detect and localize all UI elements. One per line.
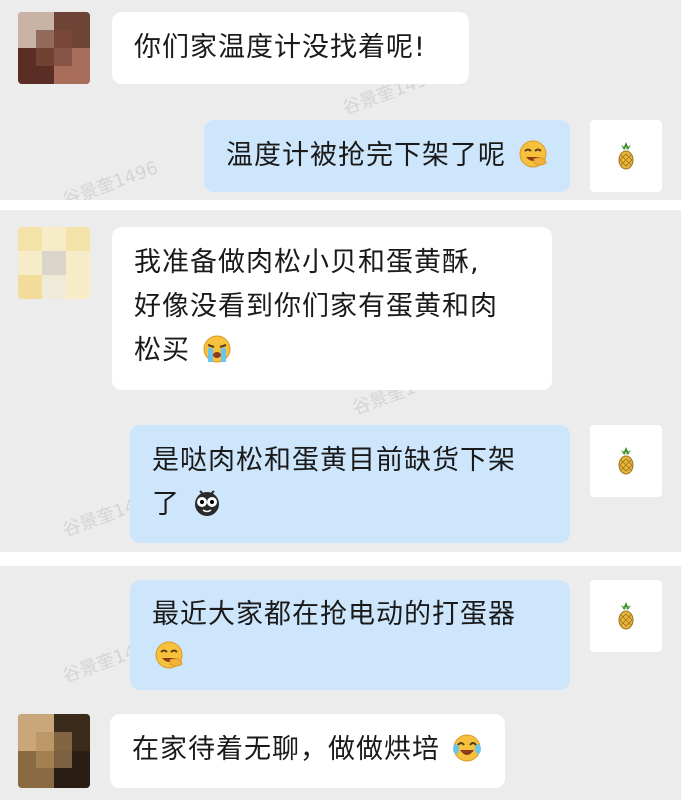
message-text-line: 了 (152, 489, 180, 520)
blurred-avatar-image (18, 714, 90, 788)
message-text-line: 最近大家都在抢电动的打蛋器 (152, 599, 516, 630)
message-text-line: 是哒肉松和蛋黄目前缺货下架 (152, 445, 516, 476)
message-text: 在家待着无聊，做做烘培 (132, 734, 440, 765)
message-bubble-incoming[interactable]: 我准备做肉松小贝和蛋黄酥, 好像没看到你们家有蛋黄和肉 松买 (112, 227, 552, 390)
blurred-avatar-image (18, 12, 90, 84)
message-text-line: 我准备做肉松小贝和蛋黄酥, (134, 247, 480, 278)
message-bubble-outgoing[interactable]: 温度计被抢完下架了呢 (204, 120, 570, 192)
self-avatar[interactable] (590, 120, 662, 192)
message-text: 温度计被抢完下架了呢 (226, 140, 506, 171)
pineapple-icon (618, 142, 634, 170)
chat-panel-1: 谷景奎1496 谷景奎1496 你们家温度计没找着呢! 温度计被抢完下架了呢 (0, 0, 681, 200)
contact-avatar[interactable] (18, 227, 90, 299)
message-bubble-outgoing[interactable]: 最近大家都在抢电动的打蛋器 (130, 580, 570, 690)
self-avatar[interactable] (590, 580, 662, 652)
message-text-line: 松买 (134, 335, 190, 366)
message-text-line: 好像没看到你们家有蛋黄和肉 (134, 291, 498, 322)
pineapple-icon (618, 602, 634, 630)
bug-eyes-emoji (194, 490, 219, 516)
message-bubble-incoming[interactable]: 在家待着无聊，做做烘培 (110, 714, 505, 788)
pineapple-icon (618, 447, 634, 475)
chat-panel-3: 谷景奎1496 最近大家都在抢电动的打蛋器 在家待着无聊，做做烘培 (0, 566, 681, 800)
chat-panel-2: 谷景奎1496 谷景奎1496 我准备做肉松小贝和蛋黄酥, 好像没看到你们家有蛋… (0, 210, 681, 552)
message-bubble-incoming[interactable]: 你们家温度计没找着呢! (112, 12, 469, 84)
self-avatar[interactable] (590, 425, 662, 497)
section-divider (0, 552, 681, 566)
tears-of-joy-emoji (452, 734, 481, 762)
watermark: 谷景奎1496 (59, 157, 161, 200)
facepalm-laugh-emoji (155, 641, 183, 669)
message-bubble-outgoing[interactable]: 是哒肉松和蛋黄目前缺货下架 了 (130, 425, 570, 543)
blurred-avatar-image (18, 227, 90, 299)
chat-screenshot-collage: 谷景奎1496 谷景奎1496 你们家温度计没找着呢! 温度计被抢完下架了呢 谷… (0, 0, 681, 800)
section-divider (0, 200, 681, 210)
facepalm-laugh-emoji (519, 140, 547, 168)
contact-avatar[interactable] (18, 714, 90, 788)
message-text: 你们家温度计没找着呢! (134, 32, 426, 63)
contact-avatar[interactable] (18, 12, 90, 84)
crying-emoji (203, 335, 231, 363)
